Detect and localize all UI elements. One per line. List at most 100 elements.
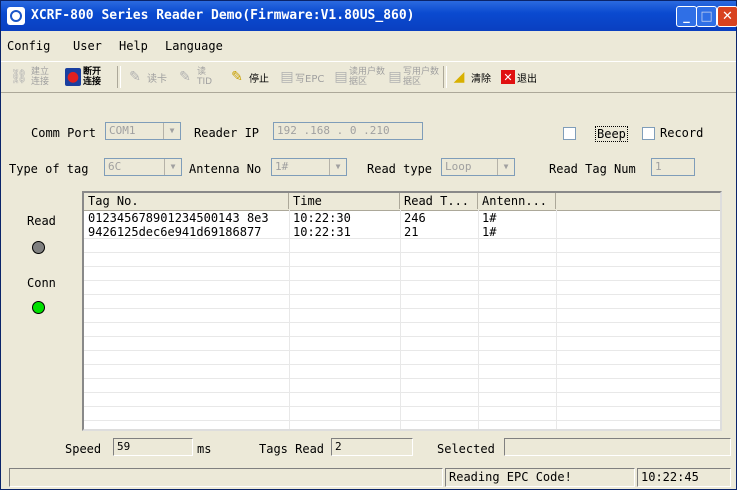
title-bar[interactable]: XCRF-800 Series Reader Demo(Firmware:V1.… [1, 1, 737, 31]
read-type-label: Read type [367, 162, 433, 176]
read-type-combo[interactable]: Loop ▼ [441, 158, 515, 176]
status-time: 10:22:45 [641, 470, 699, 484]
read-indicator-led [32, 241, 45, 254]
type-of-tag-label: Type of tag [9, 162, 89, 176]
column-header-read-times[interactable]: Read T... [400, 193, 478, 209]
chevron-down-icon[interactable]: ▼ [164, 159, 181, 175]
type-of-tag-value: 6C [108, 160, 122, 173]
beep-checkbox[interactable] [563, 127, 576, 140]
disconnect-icon: ● [65, 68, 81, 86]
cell-time: 10:22:30 [293, 211, 351, 225]
column-header-antenna[interactable]: Antenn... [478, 193, 556, 209]
read-tag-num-label: Read Tag Num [549, 162, 636, 176]
table-row[interactable]: 012345678901234500143 8e3 10:22:30 246 1… [84, 211, 720, 225]
cell-time: 10:22:31 [293, 225, 351, 239]
selected-label: Selected [437, 442, 495, 456]
exit-icon: ✕ [501, 70, 515, 84]
status-time-panel: 10:22:45 [637, 468, 731, 487]
reader-ip-field[interactable]: 192 .168 . 0 .210 [273, 122, 423, 140]
read-user-data-label: 读用户数据区 [349, 67, 386, 87]
close-button[interactable]: ✕ [717, 6, 737, 27]
read-user-data-button[interactable]: ▤ 读用户数据区 [334, 66, 387, 88]
reader-ip-label: Reader IP [194, 126, 260, 140]
beep-label[interactable]: Beep [595, 126, 628, 142]
record-checkbox[interactable] [642, 127, 655, 140]
tags-read-field: 2 [331, 438, 413, 456]
read-card-icon: ✎ [129, 69, 141, 85]
toolbar: ⛓ 建立连接 ● 断开连接 ✎ 读卡 ✎ 读TID ✎ 停止 ▤ 写EPC ▤ … [1, 61, 736, 93]
reader-ip-value: 192 .168 . 0 .210 [277, 124, 390, 137]
close-icon: ✕ [722, 9, 733, 24]
exit-label: 退出 [517, 73, 537, 85]
maximize-button[interactable]: □ [696, 6, 717, 27]
cell-read-times: 246 [404, 211, 426, 225]
cell-tag-no: 9426125dec6e941d69186877 [88, 225, 262, 239]
cell-antenna: 1# [482, 211, 497, 225]
selected-field [504, 438, 731, 456]
connect-label: 建立连接 [31, 67, 50, 87]
comm-port-label: Comm Port [31, 126, 97, 140]
table-header: Tag No. Time Read T... Antenn... [84, 193, 720, 211]
write-user-data-button[interactable]: ▤ 写用户数据区 [388, 66, 441, 88]
read-card-button[interactable]: ✎ 读卡 [125, 66, 167, 88]
antenna-no-combo[interactable]: 1# ▼ [271, 158, 347, 176]
column-header-time[interactable]: Time [289, 193, 400, 209]
read-tid-icon: ✎ [179, 69, 191, 85]
read-tag-num-field[interactable]: 1 [651, 158, 695, 176]
connect-button[interactable]: ⛓ 建立连接 [9, 66, 57, 88]
record-label[interactable]: Record [660, 126, 703, 140]
clear-label: 清除 [471, 73, 491, 85]
menu-config[interactable]: Config [7, 39, 50, 53]
menu-help[interactable]: Help [119, 39, 148, 53]
speed-value: 59 [117, 440, 131, 453]
stop-button[interactable]: ✎ 停止 [227, 66, 269, 88]
tags-read-label: Tags Read [259, 442, 325, 456]
disconnect-label: 断开连接 [83, 67, 102, 87]
minimize-icon: _ [683, 9, 690, 24]
write-epc-button[interactable]: ▤ 写EPC [280, 66, 325, 88]
cell-read-times: 21 [404, 225, 419, 239]
write-user-data-icon: ▤ [388, 69, 402, 85]
write-epc-icon: ▤ [280, 69, 294, 85]
cell-antenna: 1# [482, 225, 497, 239]
type-of-tag-combo[interactable]: 6C ▼ [104, 158, 182, 176]
app-window: XCRF-800 Series Reader Demo(Firmware:V1.… [0, 0, 737, 490]
conn-indicator-led [32, 301, 45, 314]
window-title: XCRF-800 Series Reader Demo(Firmware:V1.… [31, 8, 415, 23]
exit-button[interactable]: ✕ 退出 [501, 66, 537, 88]
speed-field: 59 [113, 438, 193, 456]
clear-button[interactable]: ◢ 清除 [449, 66, 491, 88]
chevron-down-icon[interactable]: ▼ [163, 123, 180, 139]
read-user-data-icon: ▤ [334, 69, 348, 85]
eraser-icon: ◢ [453, 69, 465, 85]
menu-user[interactable]: User [73, 39, 102, 53]
column-header-tag-no[interactable]: Tag No. [84, 193, 289, 209]
read-indicator-label: Read [27, 214, 56, 228]
antenna-no-value: 1# [275, 160, 289, 173]
menu-language[interactable]: Language [165, 39, 223, 53]
app-icon[interactable] [7, 7, 25, 25]
minimize-button[interactable]: _ [676, 6, 697, 27]
maximize-icon: □ [700, 9, 713, 24]
stop-label: 停止 [249, 73, 269, 85]
chevron-down-icon[interactable]: ▼ [329, 159, 346, 175]
chevron-down-icon[interactable]: ▼ [497, 159, 514, 175]
table-row[interactable]: 9426125dec6e941d69186877 10:22:31 21 1# [84, 225, 720, 239]
read-tid-label: 读TID [197, 67, 213, 87]
read-type-value: Loop [445, 160, 472, 173]
connect-icon: ⛓ [10, 69, 28, 85]
tag-list-table[interactable]: Tag No. Time Read T... Antenn... 0123456… [82, 191, 722, 431]
tags-read-value: 2 [335, 440, 342, 453]
conn-indicator-label: Conn [27, 276, 56, 290]
status-message-panel: Reading EPC Code! [445, 468, 635, 487]
status-message: Reading EPC Code! [449, 470, 572, 484]
read-tid-button[interactable]: ✎ 读TID [175, 66, 219, 88]
status-bar-left [9, 468, 443, 487]
comm-port-value: COM1 [109, 124, 136, 137]
disconnect-button[interactable]: ● 断开连接 [65, 66, 109, 88]
write-user-data-label: 写用户数据区 [403, 67, 440, 87]
write-epc-label: 写EPC [295, 73, 325, 85]
comm-port-combo[interactable]: COM1 ▼ [105, 122, 181, 140]
speed-unit: ms [197, 442, 212, 456]
speed-label: Speed [65, 442, 102, 456]
